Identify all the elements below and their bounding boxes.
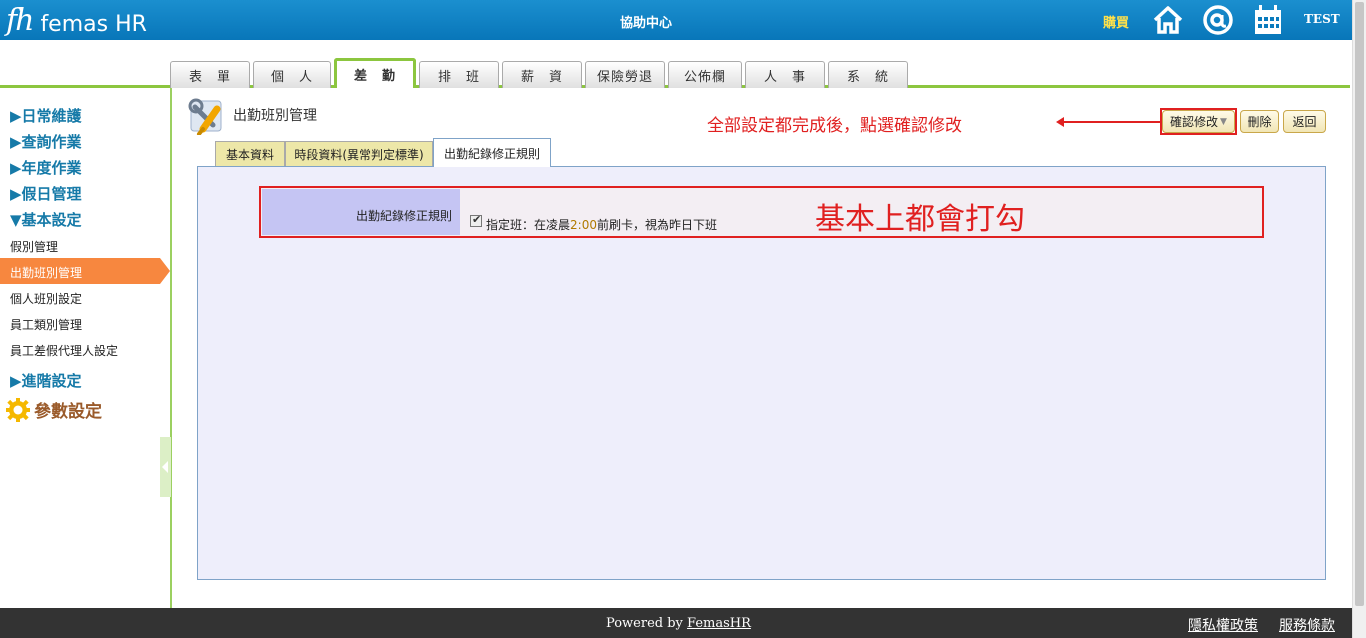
- confirm-button[interactable]: 確認修改 ▼: [1162, 110, 1235, 133]
- rule-text-after: 前刷卡，視為昨日下班: [596, 218, 717, 232]
- terms-of-service-link[interactable]: 服務條款: [1279, 615, 1335, 635]
- femashr-link[interactable]: FemasHR: [687, 616, 751, 631]
- sidebar-item-shift-management[interactable]: 出勤班別管理: [10, 264, 82, 281]
- sidebar: ▶日常維護 ▶查詢作業 ▶年度作業 ▶假日管理 ▼基本設定 假別管理 出勤班別管…: [0, 88, 172, 608]
- back-button[interactable]: 返回: [1283, 110, 1326, 133]
- chevron-down-icon: ▼: [1220, 116, 1227, 127]
- annotation-confirm-hint: 全部設定都完成後，點選確認修改: [707, 116, 962, 136]
- rule-text: 指定班：在凌晨2:00前刷卡，視為昨日下班: [486, 216, 717, 233]
- rule-checkbox[interactable]: [470, 213, 482, 227]
- annotation-arrow-head: [1056, 117, 1064, 127]
- sidebar-params-label: 參數設定: [34, 402, 102, 422]
- page-title: 出勤班別管理: [233, 108, 317, 124]
- tab-attendance[interactable]: 差 勤: [334, 58, 416, 88]
- subtab-period-info[interactable]: 時段資料(異常判定標準): [285, 141, 433, 167]
- sidebar-category-advanced[interactable]: ▶進階設定: [10, 370, 82, 391]
- mail-icon[interactable]: [1202, 4, 1234, 36]
- tab-system[interactable]: 系 統: [828, 61, 908, 88]
- tab-insurance[interactable]: 保險勞退: [585, 61, 665, 88]
- main-tabs: 表 單 個 人 差 勤 排 班 薪 資 保險勞退 公佈欄 人 事 系 統: [170, 58, 911, 88]
- annotation-check-hint: 基本上都會打勾: [815, 202, 1025, 237]
- footer: Powered by FemasHR 隱私權政策 服務條款: [0, 608, 1352, 638]
- calendar-icon[interactable]: [1252, 4, 1284, 36]
- gear-icon: [6, 397, 30, 422]
- sidebar-category-basic[interactable]: ▼基本設定: [10, 209, 82, 230]
- buy-link[interactable]: 購買: [1103, 12, 1129, 31]
- tab-hr[interactable]: 人 事: [745, 61, 825, 88]
- sidebar-item-employee-types[interactable]: 員工類別管理: [10, 316, 82, 333]
- sidebar-category-holiday[interactable]: ▶假日管理: [10, 183, 82, 204]
- scrollbar-thumb[interactable]: [1355, 2, 1364, 606]
- sidebar-collapse-handle[interactable]: [160, 437, 171, 497]
- annotation-arrow-line: [1062, 121, 1160, 123]
- tab-scheduling[interactable]: 排 班: [419, 61, 499, 88]
- top-bar: fh femas HR 協助中心 購買 TEST: [0, 0, 1352, 40]
- tab-forms[interactable]: 表 單: [170, 61, 250, 88]
- user-name[interactable]: TEST: [1304, 12, 1340, 26]
- tools-icon: [188, 98, 222, 135]
- sidebar-category-daily[interactable]: ▶日常維護: [10, 105, 82, 126]
- tab-bulletin[interactable]: 公佈欄: [668, 61, 742, 88]
- powered-prefix: Powered by: [606, 616, 688, 631]
- vertical-scrollbar[interactable]: [1352, 0, 1366, 638]
- tab-payroll[interactable]: 薪 資: [502, 61, 582, 88]
- subtab-correction-rules[interactable]: 出勤紀錄修正規則: [433, 138, 551, 167]
- powered-by: Powered by FemasHR: [606, 616, 751, 631]
- confirm-button-label: 確認修改: [1170, 115, 1219, 129]
- sidebar-category-query[interactable]: ▶查詢作業: [10, 131, 82, 152]
- delete-button[interactable]: 刪除: [1240, 110, 1279, 133]
- rule-label: 出勤紀錄修正規則: [355, 209, 452, 223]
- sidebar-item-personal-shift[interactable]: 個人班別設定: [10, 290, 82, 307]
- tab-personal[interactable]: 個 人: [253, 61, 331, 88]
- home-icon[interactable]: [1152, 4, 1184, 36]
- privacy-policy-link[interactable]: 隱私權政策: [1188, 615, 1258, 635]
- sidebar-active-arrow: [160, 258, 170, 284]
- subtab-basic-info[interactable]: 基本資料: [215, 141, 285, 167]
- rule-text-before: 指定班：在凌晨: [486, 218, 571, 232]
- logo-mark: fh: [6, 3, 34, 38]
- help-center-title[interactable]: 協助中心: [620, 12, 672, 31]
- sidebar-item-leave-agent[interactable]: 員工差假代理人設定: [10, 342, 118, 359]
- sidebar-params[interactable]: 參數設定: [6, 397, 102, 422]
- rule-time: 2:00: [570, 218, 597, 232]
- sidebar-category-annual[interactable]: ▶年度作業: [10, 157, 82, 178]
- sidebar-item-leave-types[interactable]: 假別管理: [10, 238, 58, 255]
- logo[interactable]: fh femas HR: [6, 4, 147, 38]
- logo-text: femas HR: [40, 11, 147, 37]
